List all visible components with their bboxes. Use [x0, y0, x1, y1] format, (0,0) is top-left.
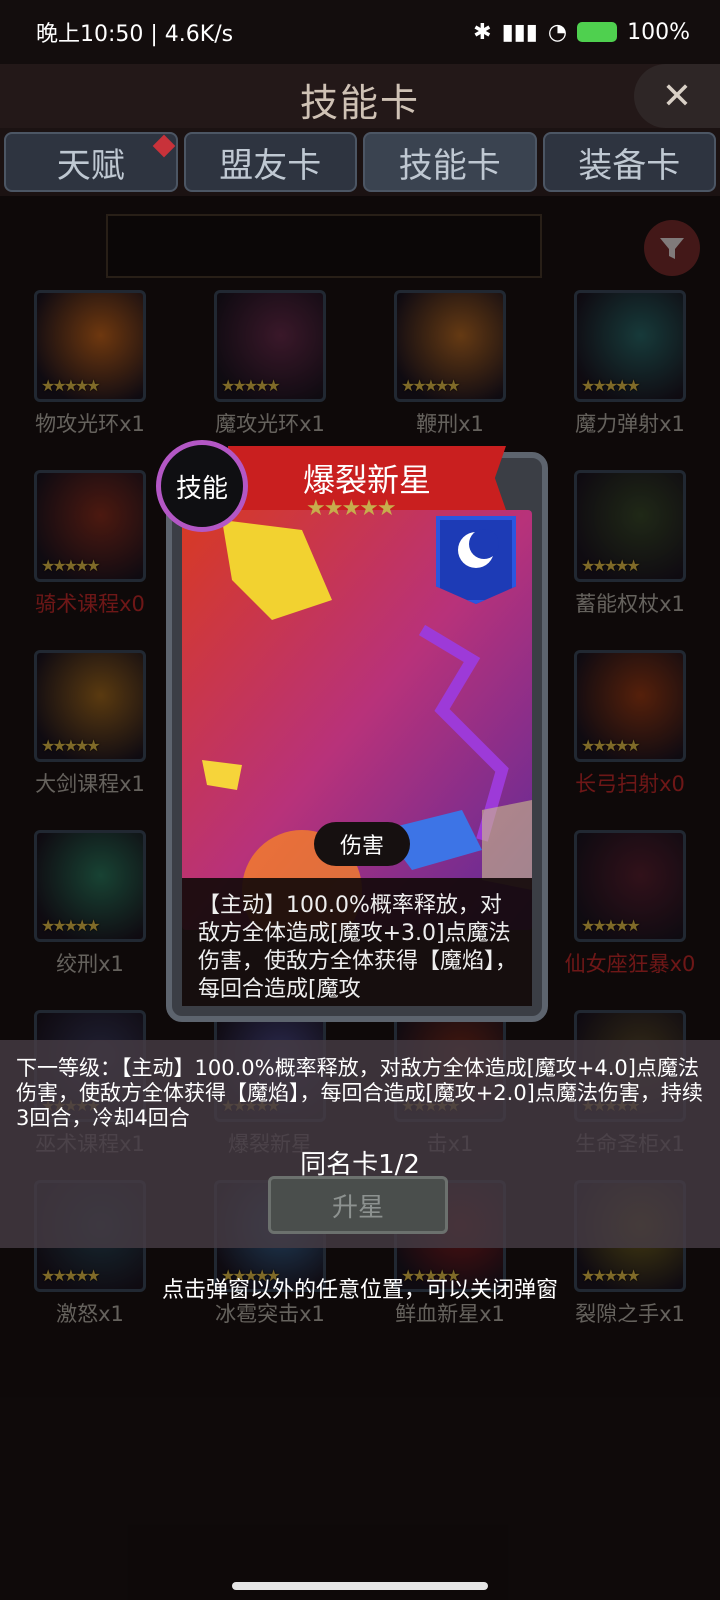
status-bar: 晚上10:50 | 4.6K/s ✱ ▮▮▮ ◔ 100% [0, 0, 720, 64]
skill-stars: ★★★★★ [306, 496, 397, 521]
skill-description: 【主动】100.0%概率释放，对敌方全体造成[魔攻+3.0]点魔法伤害，使敌方全… [182, 878, 532, 1006]
upgrade-star-button[interactable]: 升星 [268, 1176, 448, 1234]
skill-badge-label: 技能 [175, 473, 228, 504]
skill-type-badge: 技能 [156, 440, 248, 532]
category-tabs: 天赋 盟友卡 技能卡 装备卡 [0, 132, 720, 196]
tab-label: 盟友卡 [219, 145, 322, 186]
home-indicator[interactable] [232, 1582, 488, 1590]
tab-label: 装备卡 [578, 145, 681, 186]
notification-badge [152, 134, 175, 158]
skill-name: 爆裂新星 [302, 461, 431, 499]
wifi-icon: ◔ [547, 19, 568, 45]
signal-icon: ▮▮▮ [501, 19, 538, 45]
tab-label: 天赋 [56, 145, 125, 186]
tab-talent[interactable]: 天赋 [4, 132, 178, 192]
upgrade-label: 升星 [331, 1192, 384, 1223]
skill-type-tag: 伤害 [314, 822, 410, 866]
battery-percent: 100% [627, 19, 690, 45]
tab-label: 技能卡 [398, 145, 501, 186]
close-button[interactable]: ✕ [634, 64, 720, 128]
close-hint: 点击弹窗以外的任意位置，可以关闭弹窗 [161, 1278, 558, 1303]
battery-icon [577, 22, 618, 42]
tab-ally-card[interactable]: 盟友卡 [183, 132, 357, 192]
moon-icon [458, 529, 499, 568]
next-level-text: 下一等级：【主动】100.0%概率释放，对敌方全体造成[魔攻+4.0]点魔法伤害… [16, 1056, 703, 1130]
bluetooth-icon: ✱ [473, 19, 492, 45]
status-time: 晚上10:50 | 4.6K/s [36, 22, 234, 47]
tab-equipment-card[interactable]: 装备卡 [542, 132, 716, 192]
tab-skill-card[interactable]: 技能卡 [363, 132, 537, 192]
page-title: 技能卡 [299, 81, 420, 125]
title-bar: 技能卡 ✕ [0, 64, 720, 128]
close-icon: ✕ [661, 75, 693, 117]
moon-banner [436, 516, 516, 604]
status-icons: ✱ ▮▮▮ ◔ 100% [473, 20, 690, 45]
